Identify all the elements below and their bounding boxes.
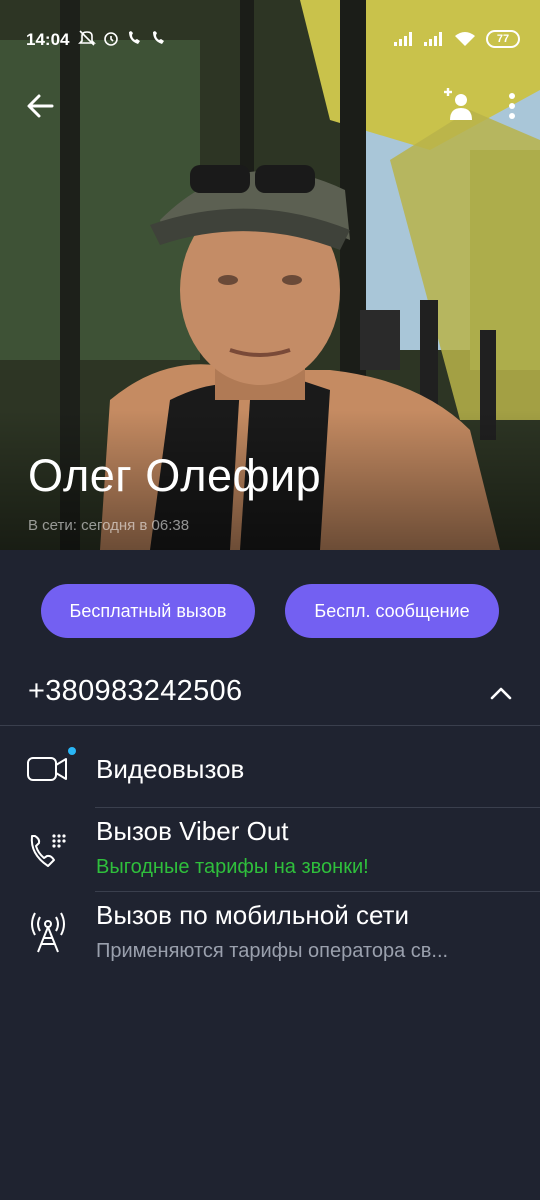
- wifi-call-icon: [153, 31, 164, 44]
- status-icons-right: 77: [394, 30, 520, 48]
- back-arrow-icon[interactable]: [22, 88, 58, 124]
- mobile-call-title: Вызов по мобильной сети: [96, 900, 409, 930]
- signal-icon: [424, 32, 442, 46]
- free-message-button[interactable]: Беспл. сообщение: [285, 584, 499, 638]
- wifi-call-icon: [129, 31, 140, 44]
- status-icons-left: [78, 29, 168, 47]
- mobile-call-item[interactable]: Вызов по мобильной сети Применяются тари…: [0, 892, 540, 976]
- alarm-icon: [104, 32, 118, 46]
- signal-icon: [394, 32, 412, 46]
- last-seen-status: В сети: сегодня в 06:38: [28, 517, 190, 534]
- contact-name: Олег Олефир: [28, 450, 322, 501]
- status-bar: 14:04 77: [0, 0, 540, 80]
- chevron-up-icon[interactable]: [488, 680, 514, 706]
- viber-out-phone-icon: [30, 834, 66, 867]
- viber-out-title: Вызов Viber Out: [96, 816, 289, 846]
- profile-photo[interactable]: 14:04 77 Олег Олефир В сети: сегодня в 0…: [0, 0, 540, 550]
- battery-indicator: 77: [486, 30, 520, 48]
- add-contact-icon[interactable]: [440, 86, 474, 124]
- video-call-title: Видеовызов: [96, 754, 245, 784]
- more-options-icon[interactable]: [500, 88, 524, 124]
- wifi-icon: [455, 32, 475, 46]
- mobile-call-subtitle: Применяются тарифы оператора св...: [96, 940, 449, 962]
- mute-icon: [78, 30, 96, 46]
- viber-out-subtitle: Выгодные тарифы на звонки!: [96, 856, 369, 878]
- free-call-button[interactable]: Бесплатный вызов: [41, 584, 255, 638]
- phone-number-row[interactable]: +380983242506: [0, 660, 540, 726]
- video-camera-icon: [27, 757, 67, 781]
- video-call-new-dot: [68, 747, 76, 755]
- cell-tower-icon: [31, 912, 65, 953]
- status-time: 14:04: [26, 30, 70, 49]
- viber-out-item[interactable]: Вызов Viber Out Выгодные тарифы на звонк…: [0, 808, 540, 892]
- phone-number: +380983242506: [28, 675, 243, 707]
- video-call-item[interactable]: Видеовызов: [0, 726, 540, 808]
